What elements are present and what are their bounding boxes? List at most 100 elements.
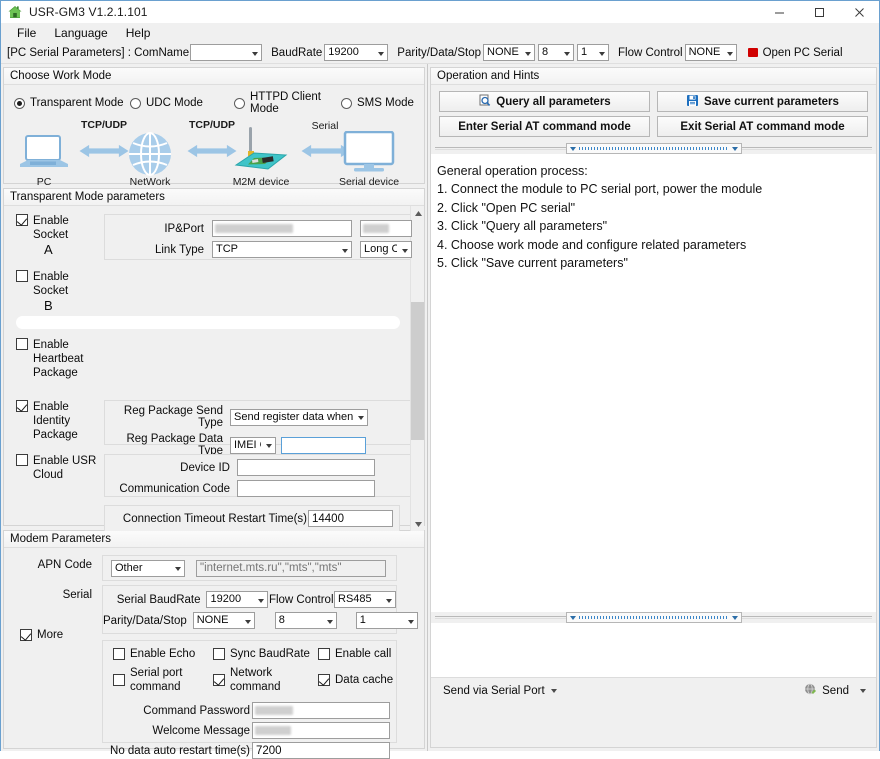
- minimize-button[interactable]: [759, 1, 799, 23]
- network-command-option[interactable]: Network command: [213, 666, 318, 694]
- radio-label: UDC Mode: [146, 97, 203, 109]
- bottom-splitter[interactable]: [433, 612, 874, 623]
- open-pc-serial-label: Open PC Serial: [762, 46, 843, 59]
- sync-baudrate-option[interactable]: Sync BaudRate: [213, 647, 318, 661]
- open-pc-serial-button[interactable]: Open PC Serial: [746, 47, 843, 59]
- more-label: More: [37, 629, 64, 641]
- comname-select[interactable]: [190, 44, 263, 61]
- action-button-row-1: Query all parameters Save current parame…: [431, 85, 876, 112]
- query-all-parameters-button[interactable]: Query all parameters: [439, 91, 650, 112]
- serial-port-command-checkbox[interactable]: [113, 674, 125, 686]
- more-checkbox[interactable]: [20, 629, 32, 641]
- link-type-select[interactable]: TCP: [212, 241, 352, 258]
- communication-code-label: Communication Code: [119, 482, 230, 495]
- choose-work-mode-group: Choose Work Mode Transparent Mode UDC Mo…: [3, 67, 425, 188]
- network-command-label: Network command: [230, 667, 281, 693]
- device-id-label: Device ID: [180, 461, 230, 474]
- modem-flow-control-select[interactable]: RS485: [334, 591, 396, 608]
- menu-item-help[interactable]: Help: [117, 24, 160, 42]
- radio-sms-mode[interactable]: SMS Mode: [341, 97, 414, 109]
- apn-select[interactable]: Other: [111, 559, 185, 577]
- exit-serial-at-command-mode-button[interactable]: Exit Serial AT command mode: [657, 116, 868, 137]
- enable-heartbeat-checkbox[interactable]: [16, 338, 28, 350]
- transparent-scroll-area: Enable Socket A IP&Port Link Type TCP Lo…: [4, 206, 424, 531]
- radio-httpd-client-mode[interactable]: HTTPD Client Mode: [234, 91, 337, 115]
- splitter-collapse-right-icon[interactable]: [731, 146, 738, 151]
- reg-package-send-type-select[interactable]: Send register data when socke: [230, 408, 368, 426]
- parity-select[interactable]: NONE: [483, 44, 536, 61]
- enable-echo-checkbox[interactable]: [113, 648, 125, 660]
- splitter-handle[interactable]: [565, 143, 742, 154]
- reg-package-data-type-select[interactable]: IMEI Co: [230, 436, 276, 454]
- diagram-link-label-1: TCP/UDP: [80, 119, 128, 131]
- communication-code-input[interactable]: [237, 480, 375, 497]
- save-current-parameters-button[interactable]: Save current parameters: [657, 91, 868, 112]
- radio-transparent-mode[interactable]: Transparent Mode: [14, 97, 126, 109]
- enable-socket-a-checkbox[interactable]: [16, 214, 28, 226]
- device-id-input[interactable]: [237, 459, 375, 476]
- enable-usr-cloud-checkbox[interactable]: [16, 454, 28, 466]
- send-via-serial-port-dropdown[interactable]: Send via Serial Port: [443, 685, 557, 697]
- menu-item-file[interactable]: File: [8, 24, 45, 42]
- enable-call-option[interactable]: Enable call: [318, 647, 391, 661]
- serial-port-command-option[interactable]: Serial port command: [113, 666, 213, 694]
- hint-line-4: 4. Choose work mode and configure relate…: [437, 237, 747, 252]
- enable-identity-package-checkbox[interactable]: [16, 400, 28, 412]
- globe-pencil-icon: [804, 683, 817, 699]
- sync-baudrate-checkbox[interactable]: [213, 648, 225, 660]
- reg-package-data-input[interactable]: [281, 436, 366, 454]
- splitter-collapse-right-icon[interactable]: [731, 615, 738, 620]
- databits-select[interactable]: 8: [538, 44, 575, 61]
- socket-a-row: Enable Socket A IP&Port Link Type TCP Lo…: [4, 206, 424, 260]
- scroll-up-arrow-icon[interactable]: [411, 206, 424, 220]
- enable-echo-option[interactable]: Enable Echo: [113, 647, 213, 661]
- apn-code-input[interactable]: [196, 559, 386, 577]
- splitter-handle-bottom[interactable]: [565, 612, 742, 623]
- hints-text-area[interactable]: General operation process: 1. Connect th…: [431, 154, 876, 612]
- transparent-scrollbar[interactable]: [410, 206, 424, 531]
- enable-usr-cloud-label-2: Cloud: [33, 469, 64, 481]
- modem-parity-select[interactable]: NONE: [192, 612, 255, 629]
- enable-heartbeat-label-1: Enable: [33, 339, 69, 351]
- connection-mode-select[interactable]: Long C: [360, 241, 412, 258]
- connection-timeout-input[interactable]: [308, 510, 393, 527]
- modem-databits-select[interactable]: 8: [274, 612, 337, 629]
- serial-panel: Serial BaudRate 19200 Flow Control RS485…: [102, 585, 418, 634]
- hint-line-5: 5. Click "Save current parameters": [437, 256, 628, 271]
- radio-dot-icon: [234, 97, 245, 109]
- left-pane: Choose Work Mode Transparent Mode UDC Mo…: [1, 64, 428, 759]
- enable-socket-b-checkbox[interactable]: [16, 270, 28, 282]
- menu-item-language[interactable]: Language: [45, 24, 116, 42]
- network-command-checkbox[interactable]: [213, 674, 225, 686]
- maximize-button[interactable]: [799, 1, 839, 23]
- flow-control-select[interactable]: NONE: [684, 44, 737, 61]
- m2m-device-icon: [234, 127, 288, 170]
- scrollbar-thumb[interactable]: [411, 302, 424, 440]
- ip-port-label: IP&Port: [164, 222, 204, 235]
- stopbits-select[interactable]: 1: [577, 44, 610, 61]
- parity-data-stop-label: Parity/Data/Stop: [397, 46, 482, 59]
- splitter-collapse-left-icon[interactable]: [569, 615, 576, 620]
- send-button-group[interactable]: Send: [804, 683, 866, 699]
- data-cache-option[interactable]: Data cache: [318, 666, 393, 694]
- splitter-collapse-left-icon[interactable]: [569, 146, 576, 151]
- data-cache-checkbox[interactable]: [318, 674, 330, 686]
- radio-udc-mode[interactable]: UDC Mode: [130, 97, 230, 109]
- enable-heartbeat-label-2: Heartbeat: [33, 353, 84, 365]
- top-splitter[interactable]: [433, 143, 874, 154]
- action-button-row-2: Enter Serial AT command mode Exit Serial…: [431, 112, 876, 137]
- scroll-down-arrow-icon[interactable]: [411, 517, 424, 531]
- send-input-area[interactable]: [431, 623, 876, 677]
- baudrate-select[interactable]: 19200: [324, 44, 389, 61]
- redacted-welcome-overlay: [255, 726, 291, 735]
- enable-call-checkbox[interactable]: [318, 648, 330, 660]
- send-via-serial-port-label: Send via Serial Port: [443, 684, 545, 697]
- enable-usr-cloud-label-1: Enable USR: [33, 455, 97, 467]
- modem-stopbits-select[interactable]: 1: [355, 612, 418, 629]
- serial-port-command-label: Serial port command: [130, 667, 183, 693]
- connection-timeout-panel: Connection Timeout Restart Time(s): [104, 505, 400, 531]
- enter-serial-at-command-mode-button[interactable]: Enter Serial AT command mode: [439, 116, 650, 137]
- command-password-label: Command Password: [143, 704, 250, 717]
- serial-baudrate-select[interactable]: 19200: [206, 591, 269, 608]
- close-button[interactable]: [839, 1, 879, 23]
